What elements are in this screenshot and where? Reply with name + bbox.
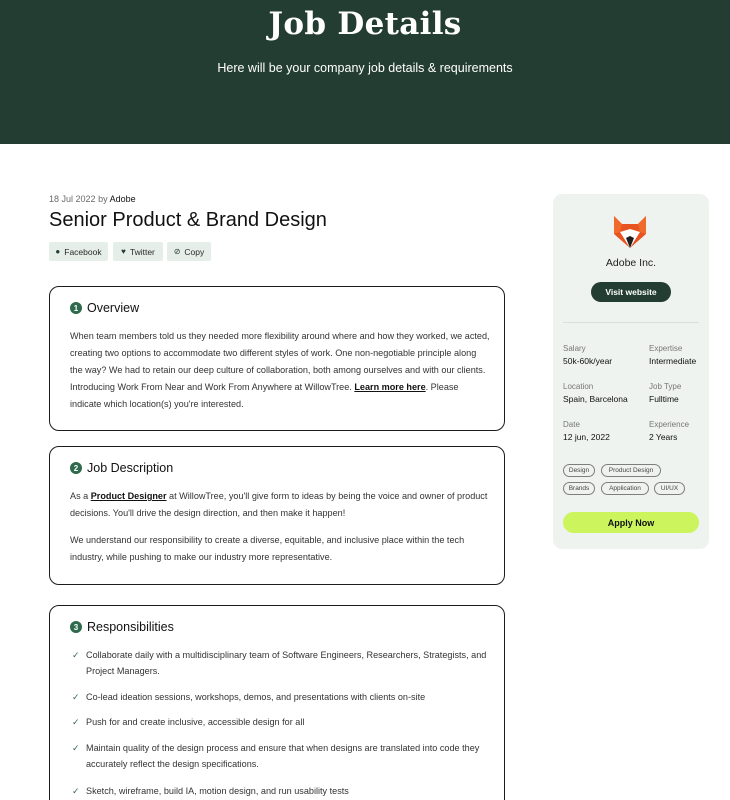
- tag-design[interactable]: Design: [563, 464, 595, 477]
- page-title: Job Details: [268, 6, 462, 42]
- overview-heading-text: Overview: [87, 301, 140, 315]
- responsibilities-card: 3 Responsibilities ✓ Collaborate daily w…: [49, 605, 505, 800]
- check-icon: ✓: [72, 743, 80, 753]
- location-label: Location: [563, 382, 594, 391]
- learn-more-link[interactable]: Learn more here: [354, 382, 425, 392]
- salary-label: Salary: [563, 344, 586, 353]
- post-by: by: [98, 194, 108, 204]
- step-number-badge: 3: [70, 621, 82, 633]
- description-text-start: As a: [70, 491, 91, 501]
- tag-product-design[interactable]: Product Design: [601, 464, 661, 477]
- post-company[interactable]: Adobe: [110, 194, 136, 204]
- list-item: ✓ Maintain quality of the design process…: [72, 741, 492, 772]
- tag-brands[interactable]: Brands: [563, 482, 595, 495]
- share-twitter-button[interactable]: ♥ Twitter: [113, 242, 163, 261]
- overview-text: When team members told us they needed mo…: [70, 328, 490, 413]
- overview-card: 1 Overview When team members told us the…: [49, 286, 505, 431]
- post-date: 18 Jul 2022: [49, 194, 96, 204]
- apply-now-button[interactable]: Apply Now: [563, 512, 699, 533]
- description-heading-text: Job Description: [87, 461, 174, 475]
- description-paragraph-2: We understand our responsibility to crea…: [70, 535, 465, 562]
- list-item-text: Collaborate daily with a multidisciplina…: [86, 650, 487, 676]
- step-number-badge: 2: [70, 462, 82, 474]
- list-item: ✓ Co-lead ideation sessions, workshops, …: [72, 690, 492, 706]
- check-icon: ✓: [72, 717, 80, 727]
- tag-ui-ux[interactable]: UI/UX: [654, 482, 685, 495]
- check-icon: ✓: [72, 786, 80, 796]
- job-type-value: Fulltime: [649, 394, 679, 404]
- visit-website-button[interactable]: Visit website: [591, 282, 671, 302]
- share-twitter-label: Twitter: [129, 246, 155, 257]
- responsibilities-heading-text: Responsibilities: [87, 620, 174, 634]
- job-description-card: 2 Job Description As a Product Designer …: [49, 446, 505, 585]
- date-value: 12 jun, 2022: [563, 432, 610, 442]
- date-label: Date: [563, 420, 580, 429]
- job-type-label: Job Type: [649, 382, 682, 391]
- experience-value: 2 Years: [649, 432, 678, 442]
- company-sidebar: Adobe Inc. Visit website Salary 50k-60k/…: [553, 194, 709, 549]
- tag-application[interactable]: Application: [601, 482, 649, 495]
- overview-heading: 1 Overview: [70, 301, 139, 315]
- link-icon: ⊘: [173, 247, 181, 256]
- list-item-text: Co-lead ideation sessions, workshops, de…: [86, 692, 426, 702]
- divider: [563, 322, 699, 323]
- fox-logo-icon: [614, 216, 646, 248]
- location-value: Spain, Barcelona: [563, 394, 628, 404]
- share-copy-button[interactable]: ⊘ Copy: [167, 242, 211, 261]
- step-number-badge: 1: [70, 302, 82, 314]
- expertise-label: Expertise: [649, 344, 683, 353]
- share-facebook-label: Facebook: [64, 246, 102, 257]
- experience-label: Experience: [649, 420, 690, 429]
- salary-value: 50k-60k/year: [563, 356, 613, 366]
- product-designer-link[interactable]: Product Designer: [91, 491, 167, 501]
- check-icon: ✓: [72, 650, 80, 660]
- share-copy-label: Copy: [184, 246, 205, 257]
- job-title: Senior Product & Brand Design: [49, 209, 327, 231]
- description-paragraph-1: As a Product Designer at WillowTree, you…: [70, 488, 490, 522]
- facebook-icon: ●: [55, 247, 61, 256]
- responsibilities-heading: 3 Responsibilities: [70, 620, 174, 634]
- list-item-text: Maintain quality of the design process a…: [86, 743, 480, 769]
- check-icon: ✓: [72, 692, 80, 702]
- list-item-text: Sketch, wireframe, build IA, motion desi…: [86, 786, 349, 796]
- expertise-value: Intermediate: [649, 356, 697, 366]
- post-meta: 18 Jul 2022 by Adobe: [49, 194, 136, 204]
- twitter-icon: ♥: [121, 247, 126, 256]
- list-item-text: Push for and create inclusive, accessibl…: [86, 717, 305, 727]
- share-facebook-button[interactable]: ● Facebook: [49, 242, 108, 261]
- description-heading: 2 Job Description: [70, 461, 173, 475]
- list-item: ✓ Collaborate daily with a multidiscipli…: [72, 648, 492, 679]
- page-header: Job Details Here will be your company jo…: [0, 0, 730, 144]
- list-item: ✓ Push for and create inclusive, accessi…: [72, 715, 492, 731]
- page-subtitle: Here will be your company job details & …: [217, 61, 513, 75]
- company-name: Adobe Inc.: [605, 257, 657, 269]
- list-item: ✓ Sketch, wireframe, build IA, motion de…: [72, 784, 492, 800]
